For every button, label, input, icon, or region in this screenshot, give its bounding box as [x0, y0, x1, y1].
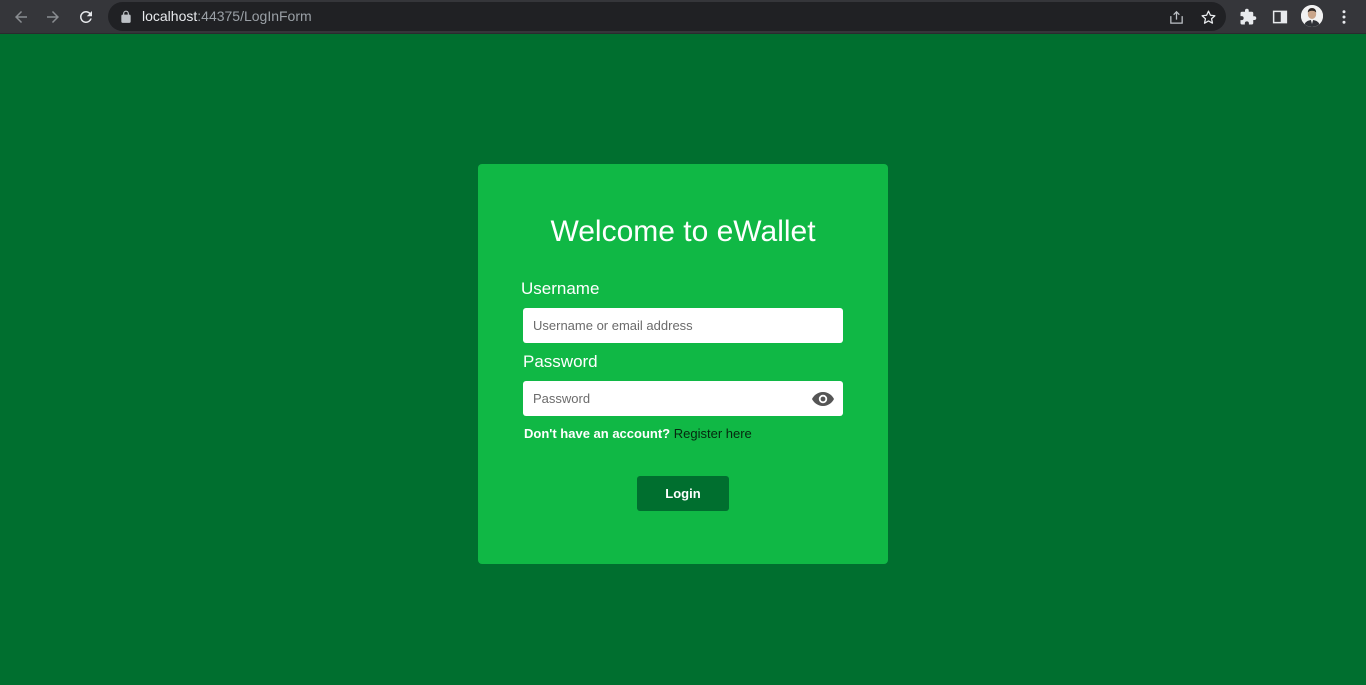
star-icon	[1200, 9, 1216, 24]
share-button[interactable]	[1166, 7, 1186, 27]
reload-icon	[79, 10, 92, 23]
username-input[interactable]	[523, 308, 843, 343]
register-prompt-text: Don't have an account?	[524, 426, 671, 441]
kebab-menu-icon	[1342, 10, 1346, 24]
eye-icon[interactable]	[811, 390, 835, 408]
url-host: localhost	[142, 8, 198, 24]
browser-menu-button[interactable]	[1333, 6, 1355, 28]
back-button[interactable]	[8, 4, 34, 30]
page-title: Welcome to eWallet	[550, 215, 816, 248]
bookmark-button[interactable]	[1198, 7, 1218, 27]
password-label: Password	[523, 352, 598, 371]
browser-toolbar: localhost:44375/LogInForm	[0, 0, 1366, 34]
side-panel-icon	[1272, 10, 1288, 24]
url-text: localhost:44375/LogInForm	[142, 8, 312, 25]
lock-icon	[121, 10, 131, 23]
extensions-button[interactable]	[1237, 6, 1259, 28]
password-input[interactable]	[523, 381, 843, 416]
avatar[interactable]	[1301, 5, 1323, 27]
side-panel-button[interactable]	[1269, 6, 1291, 28]
forward-button[interactable]	[40, 4, 66, 30]
login-button[interactable]: Login	[637, 476, 729, 511]
reload-button[interactable]	[73, 4, 99, 30]
url-path: :44375/LogInForm	[197, 8, 312, 24]
share-icon	[1169, 10, 1183, 24]
profile-photo-icon	[1301, 5, 1323, 27]
arrow-right-icon	[47, 11, 59, 23]
username-label: Username	[521, 279, 600, 298]
register-prompt-line: Don't have an account? Register here	[524, 426, 752, 441]
arrow-left-icon	[15, 11, 27, 23]
puzzle-icon	[1240, 8, 1257, 25]
login-card: Welcome to eWallet Username Password Don…	[478, 164, 888, 564]
register-link[interactable]: Register here	[674, 426, 752, 441]
address-bar[interactable]: localhost:44375/LogInForm	[108, 2, 1226, 31]
